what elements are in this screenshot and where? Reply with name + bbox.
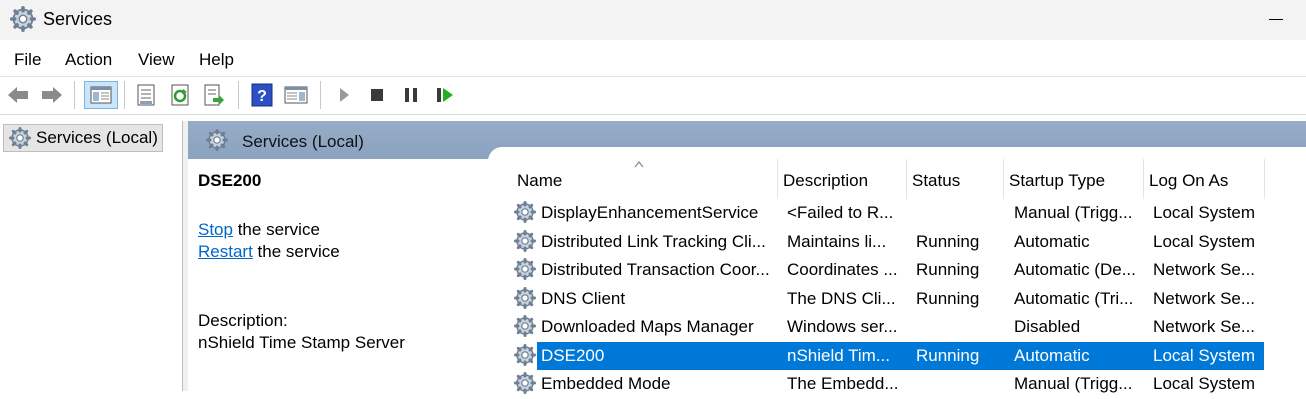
cell-logon: Network Se... — [1153, 260, 1256, 279]
table-row[interactable]: Embedded Mode The Embedd... Manual (Trigg.… — [512, 370, 1264, 399]
main-pane: Services (Local) DSE200 Stop the service… — [188, 121, 1306, 394]
cell-status: Running — [916, 345, 980, 365]
cell-description: <Failed to R... — [787, 203, 894, 222]
cell-description: Maintains li... — [787, 231, 887, 251]
cell-startup: Disabled — [1014, 317, 1081, 336]
column-header-startup-type[interactable]: Startup Type — [1004, 159, 1144, 199]
tree-item-services-local[interactable]: Services (Local) — [3, 124, 163, 152]
cell-status: Running — [916, 260, 980, 279]
console-tree: Services (Local) — [0, 121, 183, 391]
toolbar-separator — [74, 81, 75, 109]
title-bar: Services — [0, 0, 1306, 40]
restart-service-icon[interactable] — [431, 81, 459, 109]
start-service-icon[interactable] — [330, 81, 358, 109]
table-row[interactable]: Distributed Link Tracking Cli... Maintain… — [512, 228, 1264, 257]
menu-bar: File Action View Help — [0, 42, 1306, 74]
service-gear-icon — [514, 258, 536, 280]
sort-ascending-icon — [634, 161, 644, 168]
toolbar-separator — [320, 81, 321, 109]
cell-description: nShield Tim... — [787, 345, 890, 365]
cell-name: Distributed Transaction Coor... — [541, 260, 770, 279]
extended-description-panel: DSE200 Stop the service Restart the serv… — [188, 159, 498, 391]
column-header-description[interactable]: Description — [778, 159, 907, 199]
cell-description: The DNS Cli... — [787, 288, 896, 308]
stop-service-icon[interactable] — [363, 81, 391, 109]
services-list: Name Description Status Startup Type Log… — [512, 159, 1306, 394]
forward-arrow-icon[interactable] — [38, 81, 66, 109]
window-title: Services — [43, 9, 113, 29]
show-hide-console-tree-icon[interactable] — [84, 81, 118, 109]
stop-service-link[interactable]: Stop — [198, 220, 233, 239]
table-row[interactable]: DSE200 nShield Tim... Running Automatic Loca… — [512, 341, 1264, 371]
restart-action-line: Restart the service — [198, 242, 340, 262]
tree-item-label: Services (Local) — [36, 128, 158, 147]
service-gear-icon — [514, 286, 536, 309]
help-icon[interactable]: ? — [248, 81, 276, 109]
pane-header-title: Services (Local) — [242, 132, 364, 151]
cell-logon: Local System — [1153, 203, 1256, 222]
cell-startup: Automatic (De... — [1014, 260, 1136, 279]
menu-file[interactable]: File — [14, 50, 41, 70]
cell-name: Downloaded Maps Manager — [541, 317, 754, 336]
cell-logon: Local System — [1153, 345, 1256, 365]
services-gear-icon — [10, 6, 36, 32]
cell-logon: Local System — [1153, 231, 1256, 251]
svg-text:?: ? — [257, 88, 267, 105]
menu-view[interactable]: View — [138, 50, 175, 70]
cell-logon: Network Se... — [1153, 317, 1256, 336]
service-gear-icon — [514, 315, 536, 337]
restart-suffix: the service — [252, 242, 340, 261]
pause-service-icon[interactable] — [397, 81, 425, 109]
restart-service-link[interactable]: Restart — [198, 242, 253, 261]
cell-startup: Automatic — [1014, 231, 1090, 251]
column-header-name[interactable]: Name — [512, 159, 778, 199]
cell-name: Embedded Mode — [541, 374, 671, 393]
service-gear-icon — [514, 229, 536, 252]
column-header-status[interactable]: Status — [907, 159, 1004, 199]
table-row[interactable]: DNS Client The DNS Cli... Running Automatic… — [512, 285, 1264, 314]
cell-name: DSE200 — [541, 345, 605, 365]
cell-startup: Manual (Trigg... — [1014, 374, 1133, 393]
menu-help[interactable]: Help — [199, 50, 234, 70]
cell-description: The Embedd... — [787, 374, 899, 393]
properties-icon[interactable] — [132, 81, 160, 109]
cell-name: DNS Client — [541, 288, 626, 308]
table-row[interactable]: Downloaded Maps Manager Windows ser... Dis… — [512, 313, 1264, 342]
cell-name: DisplayEnhancementService — [541, 203, 759, 222]
services-gear-icon — [206, 129, 228, 151]
cell-startup: Manual (Trigg... — [1014, 203, 1133, 222]
table-row[interactable]: Distributed Transaction Coor... Coordinat… — [512, 256, 1264, 285]
export-list-icon[interactable] — [200, 81, 228, 109]
table-row[interactable]: DisplayEnhancementService <Failed to R...… — [512, 199, 1264, 228]
show-action-pane-icon[interactable] — [282, 81, 310, 109]
minimize-button[interactable] — [1266, 10, 1286, 30]
cell-startup: Automatic (Tri... — [1014, 288, 1134, 308]
service-gear-icon — [514, 201, 536, 223]
stop-action-line: Stop the service — [198, 220, 320, 240]
cell-status: Running — [916, 288, 980, 308]
description-label: Description: — [198, 311, 288, 330]
cell-logon: Network Se... — [1153, 288, 1256, 308]
toolbar-separator — [124, 81, 125, 109]
cell-description: Windows ser... — [787, 317, 898, 336]
description-text: nShield Time Stamp Server — [198, 333, 405, 352]
column-header-log-on-as[interactable]: Log On As — [1144, 159, 1265, 199]
cell-description: Coordinates ... — [787, 260, 898, 279]
cell-startup: Automatic — [1014, 345, 1090, 365]
toolbar-separator — [238, 81, 239, 109]
services-gear-icon — [9, 127, 31, 149]
service-gear-icon — [514, 343, 536, 366]
cell-logon: Local System — [1153, 374, 1256, 393]
refresh-icon[interactable] — [166, 81, 194, 109]
cell-status: Running — [916, 231, 980, 251]
selected-service-name: DSE200 — [198, 171, 262, 190]
cell-name: Distributed Link Tracking Cli... — [541, 231, 766, 251]
back-arrow-icon[interactable] — [4, 81, 32, 109]
menu-action[interactable]: Action — [65, 50, 112, 70]
toolbar: ? — [0, 76, 1306, 115]
stop-suffix: the service — [232, 220, 320, 239]
